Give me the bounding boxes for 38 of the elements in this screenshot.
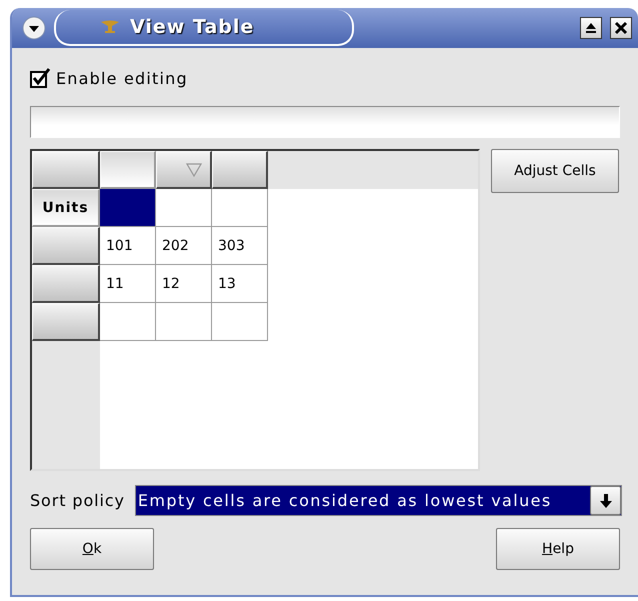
table-cell[interactable] xyxy=(212,303,268,341)
row-header[interactable]: Units xyxy=(32,189,100,227)
table-cell[interactable]: 11 xyxy=(100,265,156,303)
table-cell[interactable]: 202 xyxy=(156,227,212,265)
window-menu-icon[interactable] xyxy=(22,16,46,40)
column-header[interactable] xyxy=(212,151,268,189)
ok-button[interactable]: Ok xyxy=(30,528,154,570)
table-cell[interactable] xyxy=(156,303,212,341)
table-cell[interactable] xyxy=(100,189,156,227)
table-cell[interactable]: 101 xyxy=(100,227,156,265)
sort-policy-dropdown[interactable]: Empty cells are considered as lowest values xyxy=(134,485,622,516)
down-arrow-icon xyxy=(598,492,612,508)
help-button[interactable]: Help xyxy=(496,528,620,570)
close-icon xyxy=(614,21,628,35)
adjust-cells-button[interactable]: Adjust Cells xyxy=(491,149,619,193)
table-cell[interactable] xyxy=(100,303,156,341)
row-header[interactable] xyxy=(32,227,100,265)
goblet-icon xyxy=(100,20,120,34)
eject-icon xyxy=(584,21,598,35)
shade-button[interactable] xyxy=(580,17,602,39)
sort-policy-label: Sort policy xyxy=(30,491,125,510)
checkbox-label[interactable]: Enable editing xyxy=(56,68,188,88)
column-header[interactable] xyxy=(156,151,212,189)
table-cell[interactable]: 13 xyxy=(212,265,268,303)
row-header[interactable] xyxy=(32,303,100,341)
table-cell[interactable] xyxy=(156,189,212,227)
dropdown-value: Empty cells are considered as lowest values xyxy=(136,490,553,512)
table-cell[interactable] xyxy=(212,189,268,227)
window-title: View Table xyxy=(130,16,254,38)
close-button[interactable] xyxy=(610,17,632,39)
table-cell[interactable]: 12 xyxy=(156,265,212,303)
sort-indicator-icon xyxy=(186,162,202,176)
checkbox[interactable] xyxy=(30,67,52,89)
input-field[interactable] xyxy=(30,106,620,138)
table-cell[interactable]: 303 xyxy=(212,227,268,265)
row-header[interactable] xyxy=(32,265,100,303)
dropdown-arrow-button[interactable] xyxy=(590,486,621,515)
corner-header[interactable] xyxy=(32,151,100,189)
